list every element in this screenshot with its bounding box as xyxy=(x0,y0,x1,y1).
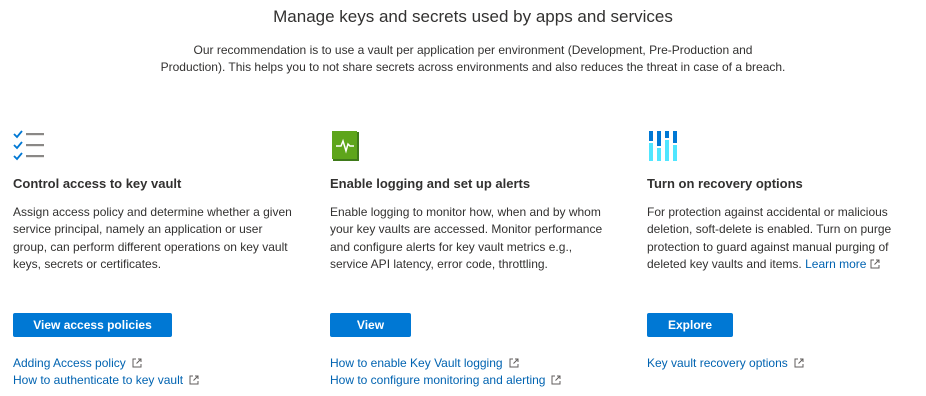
external-link-icon xyxy=(132,358,142,368)
configure-monitoring-link[interactable]: How to configure monitoring and alerting xyxy=(330,372,561,389)
page-subtitle: Our recommendation is to use a vault per… xyxy=(160,43,786,74)
explore-button[interactable]: Explore xyxy=(647,313,733,337)
adding-access-policy-link[interactable]: Adding Access policy xyxy=(13,355,199,372)
card-links: Adding Access policy How to authenticate… xyxy=(13,355,199,389)
card-heading: Control access to key vault xyxy=(13,176,182,191)
external-link-icon xyxy=(870,259,880,269)
card-heading: Enable logging and set up alerts xyxy=(330,176,531,191)
card-description: Assign access policy and determine wheth… xyxy=(13,205,292,271)
card-heading: Turn on recovery options xyxy=(647,176,803,191)
logging-book-icon xyxy=(330,128,364,164)
card-description: Enable logging to monitor how, when and … xyxy=(330,205,603,271)
external-link-icon xyxy=(189,375,199,385)
recovery-bars-icon xyxy=(647,128,681,164)
card-links: Key vault recovery options xyxy=(647,355,804,372)
enable-logging-link[interactable]: How to enable Key Vault logging xyxy=(330,355,561,372)
view-access-policies-button[interactable]: View access policies xyxy=(13,313,172,337)
card-logging-alerts: Enable logging and set up alerts Enable … xyxy=(330,128,612,394)
page-title: Manage keys and secrets used by apps and… xyxy=(273,7,673,26)
card-access-control: Control access to key vault Assign acces… xyxy=(13,128,295,394)
key-vault-recovery-options-link[interactable]: Key vault recovery options xyxy=(647,355,804,372)
card-recovery-options: Turn on recovery options For protection … xyxy=(647,128,926,394)
checklist-icon xyxy=(13,128,47,164)
learn-more-link[interactable]: Learn more xyxy=(805,257,880,271)
authenticate-key-vault-link[interactable]: How to authenticate to key vault xyxy=(13,372,199,389)
external-link-icon xyxy=(551,375,561,385)
view-button[interactable]: View xyxy=(330,313,411,337)
external-link-icon xyxy=(794,358,804,368)
card-links: How to enable Key Vault logging How to c… xyxy=(330,355,561,389)
external-link-icon xyxy=(509,358,519,368)
card-description: For protection against accidental or mal… xyxy=(647,205,892,271)
